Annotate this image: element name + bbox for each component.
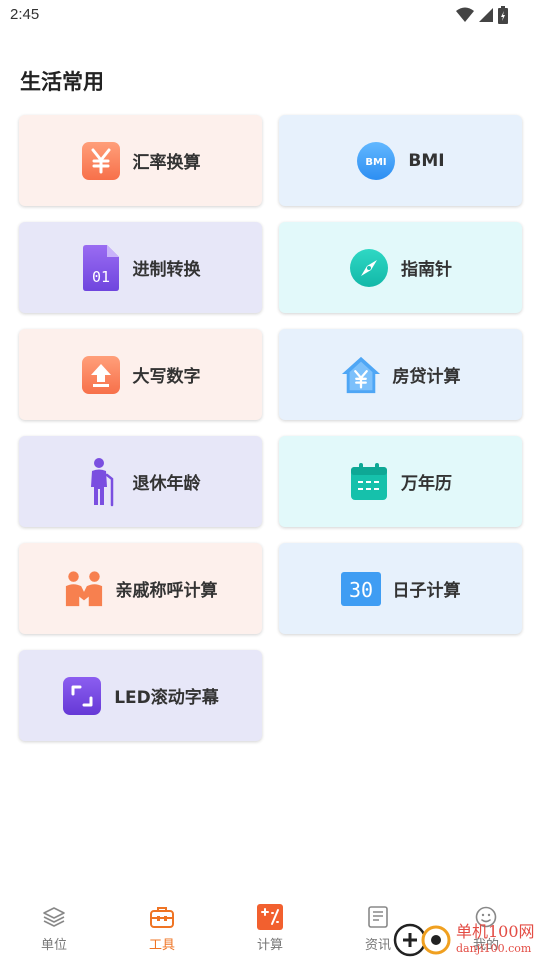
- watermark: 单机100网 danji100.com: [392, 918, 540, 958]
- tool-label: BMI: [408, 150, 445, 171]
- binary-icon-text: 01: [91, 268, 109, 286]
- tool-label: 汇率换算: [132, 153, 201, 173]
- tool-label: 亲戚称呼计算: [115, 581, 218, 601]
- uppercase-arrow-icon: [81, 355, 121, 395]
- tool-card-exchange-rate[interactable]: 汇率换算: [19, 115, 262, 206]
- family-icon: [64, 569, 104, 609]
- calendar-icon: [349, 462, 389, 502]
- tool-label: 进制转换: [132, 260, 201, 280]
- tool-card-retirement-age[interactable]: 退休年龄: [19, 436, 262, 527]
- tool-card-uppercase-number[interactable]: 大写数字: [19, 329, 262, 420]
- status-icons: [456, 6, 508, 24]
- house-loan-icon: [341, 355, 381, 395]
- tool-label: 万年历: [401, 474, 452, 494]
- day-count-icon: 30: [340, 569, 381, 609]
- bmi-icon-text: BMI: [366, 157, 387, 168]
- toolbox-icon: [149, 904, 175, 930]
- tab-label: 单位: [40, 938, 67, 953]
- tool-card-perpetual-calendar[interactable]: 万年历: [279, 436, 522, 527]
- layers-icon: [41, 904, 67, 930]
- tool-card-relative-title[interactable]: 亲戚称呼计算: [19, 543, 262, 634]
- calculator-icon: [257, 904, 283, 930]
- watermark-logo-icon: [393, 923, 451, 957]
- watermark-text: 单机100网: [456, 922, 535, 941]
- tool-card-led-scroll[interactable]: LED滚动字幕: [19, 650, 262, 741]
- tab-tools[interactable]: 工具: [108, 890, 216, 960]
- tool-label: 指南针: [401, 260, 452, 280]
- signal-icon: [479, 8, 493, 22]
- led-frame-icon: [62, 676, 102, 716]
- tool-card-compass[interactable]: 指南针: [279, 222, 522, 313]
- tool-card-mortgage[interactable]: 房贷计算: [279, 329, 522, 420]
- binary-file-icon: 01: [81, 244, 121, 291]
- tool-card-bmi[interactable]: BMI BMI: [279, 115, 522, 206]
- battery-icon: [498, 6, 508, 24]
- tab-label: 计算: [256, 938, 283, 953]
- tab-label: 工具: [148, 938, 175, 953]
- status-time: 2:45: [10, 6, 40, 23]
- tool-label: 退休年龄: [132, 474, 201, 494]
- wifi-icon: [456, 7, 474, 22]
- compass-icon: [349, 248, 389, 288]
- day-count-icon-text: 30: [348, 578, 372, 602]
- yuan-exchange-icon: [81, 141, 121, 181]
- bmi-icon: BMI: [356, 141, 396, 181]
- news-icon: [365, 904, 391, 930]
- tool-card-day-calculation[interactable]: 30 日子计算: [279, 543, 522, 634]
- tool-label: 房贷计算: [392, 367, 461, 387]
- tab-label: 资讯: [364, 938, 391, 953]
- tool-label: 大写数字: [132, 367, 201, 387]
- status-bar: 2:45: [0, 0, 540, 32]
- tool-card-base-conversion[interactable]: 01 进制转换: [19, 222, 262, 313]
- elderly-person-icon: [81, 457, 121, 506]
- tab-calculate[interactable]: 计算: [216, 890, 324, 960]
- tab-units[interactable]: 单位: [0, 890, 108, 960]
- tool-label: 日子计算: [392, 581, 461, 601]
- watermark-subtext: danji100.com: [456, 942, 532, 955]
- tool-label: LED滚动字幕: [114, 688, 219, 708]
- section-title: 生活常用: [20, 70, 104, 94]
